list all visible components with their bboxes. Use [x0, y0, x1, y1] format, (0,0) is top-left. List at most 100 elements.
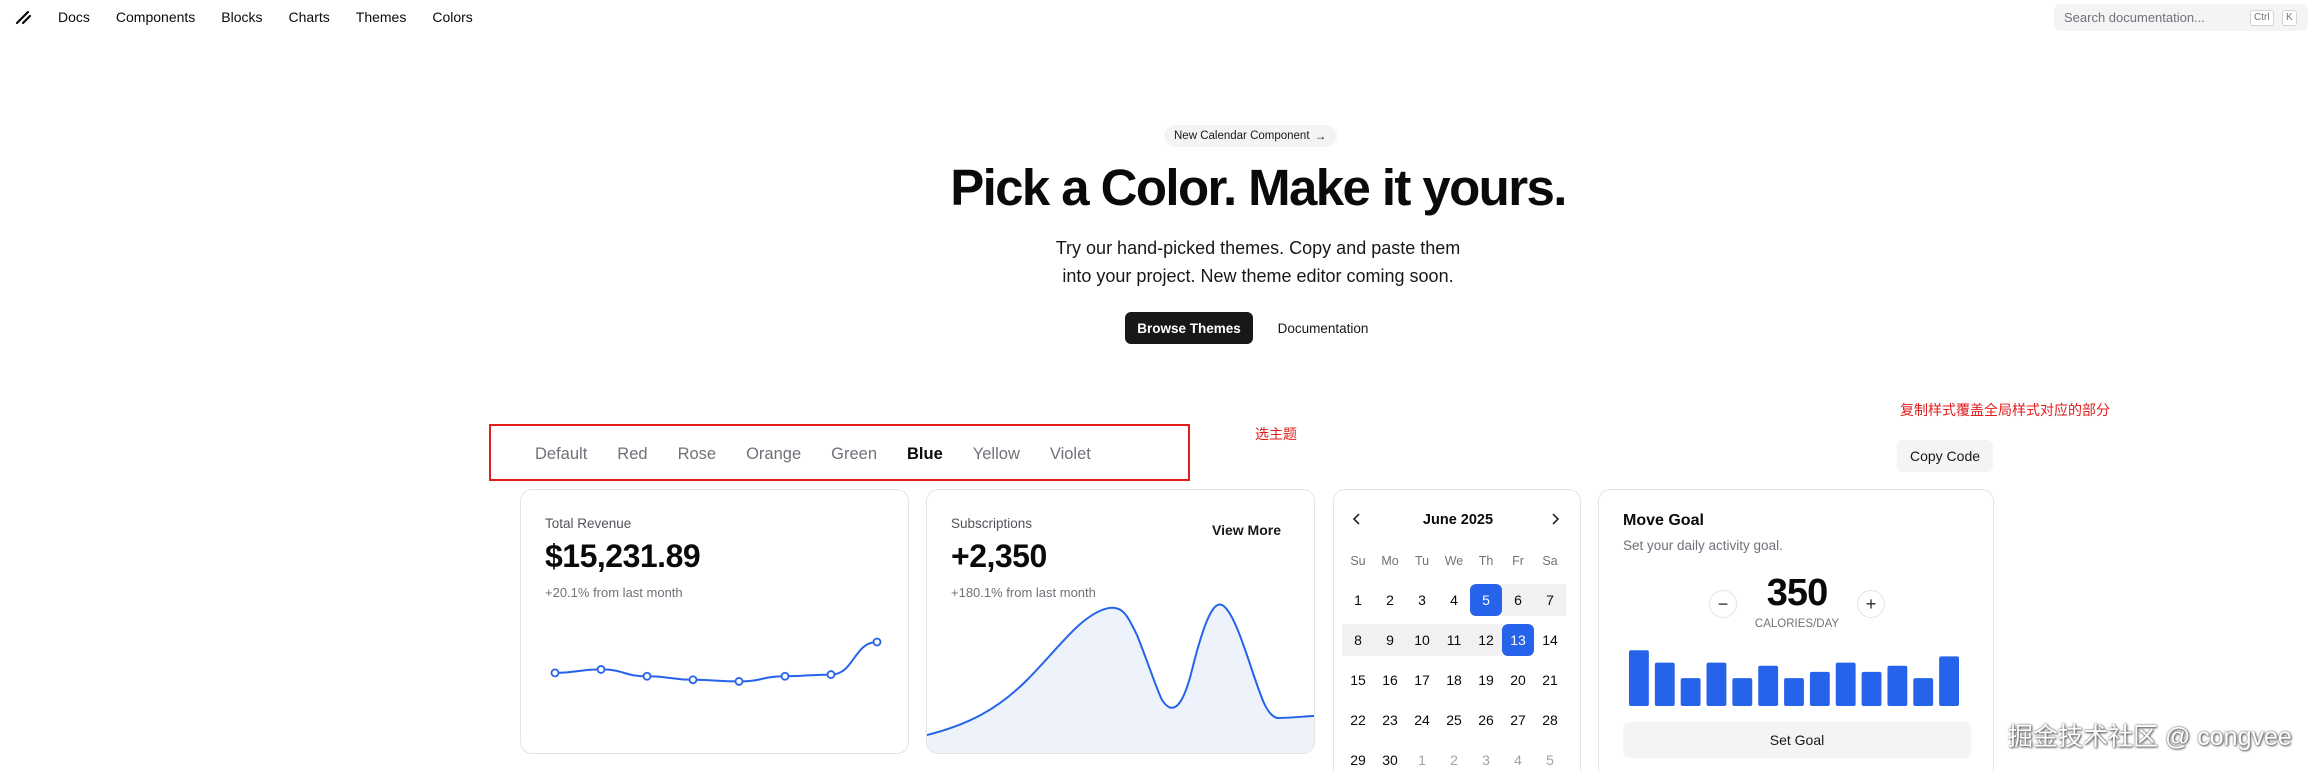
browse-themes-button[interactable]: Browse Themes	[1125, 312, 1253, 344]
calendar-day[interactable]: 16	[1374, 664, 1406, 696]
goal-bar-10	[1887, 665, 1908, 706]
goal-bar-9	[1861, 671, 1882, 706]
tab-violet[interactable]: Violet	[1050, 445, 1091, 464]
calendar-day[interactable]: 22	[1342, 704, 1374, 736]
goal-bar-2	[1680, 678, 1701, 706]
calendar-day[interactable]: 26	[1470, 704, 1502, 736]
calendar-card: June 2025 Su Mo Tu We Th Fr Sa 1 2 3 4 5 6 7 8 9 10 11 12 1…	[1333, 489, 1581, 771]
announcement-pill[interactable]: New Calendar Component →	[1164, 125, 1337, 147]
calendar-day[interactable]: 8	[1342, 624, 1374, 656]
calendar-dow-su: Su	[1350, 554, 1366, 568]
subtitle-line-1: Try our hand-picked themes. Copy and pas…	[1055, 238, 1461, 258]
tab-red[interactable]: Red	[617, 445, 647, 464]
calendar-day[interactable]: 30	[1374, 744, 1406, 771]
calendar-day[interactable]: 13	[1502, 624, 1534, 656]
move-goal-card: Move Goal Set your daily activity goal. …	[1598, 489, 1994, 771]
tab-green[interactable]: Green	[831, 445, 877, 464]
goal-bar-8	[1835, 662, 1856, 706]
calendar-day[interactable]: 4	[1438, 584, 1470, 616]
goal-bar-3	[1706, 662, 1727, 706]
revenue-point-2	[642, 671, 652, 681]
goal-bar-1	[1654, 662, 1675, 706]
subtitle-line-2: into your project. New theme editor comi…	[1062, 266, 1454, 286]
tab-orange[interactable]: Orange	[746, 445, 801, 464]
page-subtitle: Try our hand-picked themes. Copy and pas…	[1000, 234, 1516, 290]
calendar-dow-th: Th	[1478, 554, 1494, 568]
calendar-day[interactable]: 10	[1406, 624, 1438, 656]
calendar-day[interactable]: 2	[1438, 744, 1470, 771]
calendar-dow-we: We	[1444, 554, 1464, 568]
subscriptions-area-fill	[927, 604, 1314, 753]
calendar-day[interactable]: 3	[1470, 744, 1502, 771]
search-input[interactable]: Search documentation... Ctrl K	[2054, 4, 2308, 31]
subscriptions-card: Subscriptions +2,350 +180.1% from last m…	[926, 489, 1315, 754]
revenue-point-1	[596, 665, 606, 674]
documentation-button[interactable]: Documentation	[1262, 312, 1384, 344]
calendar-dow-sa: Sa	[1542, 554, 1558, 568]
calendar-day[interactable]: 25	[1438, 704, 1470, 736]
tab-yellow[interactable]: Yellow	[973, 445, 1020, 464]
chevron-left-icon[interactable]	[1350, 512, 1364, 526]
theme-tabs: Default Red Rose Orange Green Blue Yello…	[535, 445, 1121, 464]
nav-links: Docs Components Blocks Charts Themes Col…	[58, 9, 499, 25]
revenue-point-7	[872, 637, 882, 647]
revenue-point-0	[550, 668, 560, 678]
calendar-day[interactable]: 7	[1534, 584, 1566, 616]
calendar-day[interactable]: 23	[1374, 704, 1406, 736]
revenue-point-5	[780, 671, 790, 681]
calendar-day[interactable]: 5	[1534, 744, 1566, 771]
calendar-day[interactable]: 24	[1406, 704, 1438, 736]
calendar-day[interactable]: 27	[1502, 704, 1534, 736]
calendar-day[interactable]: 4	[1502, 744, 1534, 771]
tab-rose[interactable]: Rose	[678, 445, 717, 464]
calendar-day[interactable]: 11	[1438, 624, 1470, 656]
top-nav: Docs Components Blocks Charts Themes Col…	[0, 0, 2315, 34]
goal-bar-4	[1732, 678, 1753, 706]
calendar-day[interactable]: 14	[1534, 624, 1566, 656]
calendar-month: June 2025	[1422, 512, 1494, 528]
calendar-day[interactable]: 1	[1406, 744, 1438, 771]
nav-link-themes[interactable]: Themes	[356, 9, 407, 25]
goal-bar-chart	[1629, 650, 1959, 706]
calendar-day[interactable]: 2	[1374, 584, 1406, 616]
calendar-day[interactable]: 19	[1470, 664, 1502, 696]
copy-code-button[interactable]: Copy Code	[1897, 440, 1993, 472]
watermark: 掘金技术社区 @ congvee	[2008, 723, 2292, 751]
logo-icon[interactable]	[14, 8, 32, 26]
calendar-day[interactable]: 5	[1470, 584, 1502, 616]
calendar-day[interactable]: 17	[1406, 664, 1438, 696]
search-placeholder: Search documentation...	[2064, 10, 2205, 25]
calendar-day[interactable]: 6	[1502, 584, 1534, 616]
goal-bar-6	[1784, 678, 1804, 706]
nav-link-docs[interactable]: Docs	[58, 9, 90, 25]
calendar-day[interactable]: 28	[1534, 704, 1566, 736]
calendar-dow-fr: Fr	[1512, 554, 1524, 568]
calendar-day[interactable]: 9	[1374, 624, 1406, 656]
kbd-k: K	[2282, 10, 2297, 26]
annotation-copy-note: 复制样式覆盖全局样式对应的部分	[1900, 402, 2110, 418]
calendar-day[interactable]: 3	[1406, 584, 1438, 616]
calendar-day[interactable]: 29	[1342, 744, 1374, 771]
calendar-day[interactable]: 21	[1534, 664, 1566, 696]
goal-bar-7	[1809, 671, 1830, 706]
calendar-day[interactable]: 20	[1502, 664, 1534, 696]
nav-link-charts[interactable]: Charts	[289, 9, 330, 25]
kbd-ctrl: Ctrl	[2250, 10, 2274, 26]
calendar-day[interactable]: 1	[1342, 584, 1374, 616]
calendar-day[interactable]: 18	[1438, 664, 1470, 696]
chevron-right-icon[interactable]	[1548, 512, 1562, 526]
nav-link-colors[interactable]: Colors	[432, 9, 472, 25]
nav-link-components[interactable]: Components	[116, 9, 195, 25]
nav-link-blocks[interactable]: Blocks	[221, 9, 262, 25]
set-goal-button[interactable]: Set Goal	[1623, 722, 1971, 758]
revenue-point-3	[688, 675, 698, 685]
calendar-day[interactable]: 12	[1470, 624, 1502, 656]
revenue-sparkline	[550, 637, 882, 686]
tab-default[interactable]: Default	[535, 445, 587, 464]
goal-bar-12	[1939, 656, 1959, 706]
revenue-card: Total Revenue $15,231.89 +20.1% from las…	[520, 489, 909, 754]
tab-blue[interactable]: Blue	[907, 445, 943, 464]
goal-bar-0	[1629, 650, 1649, 706]
calendar-day[interactable]: 15	[1342, 664, 1374, 696]
page-title: Pick a Color. Make it yours.	[950, 159, 1567, 216]
